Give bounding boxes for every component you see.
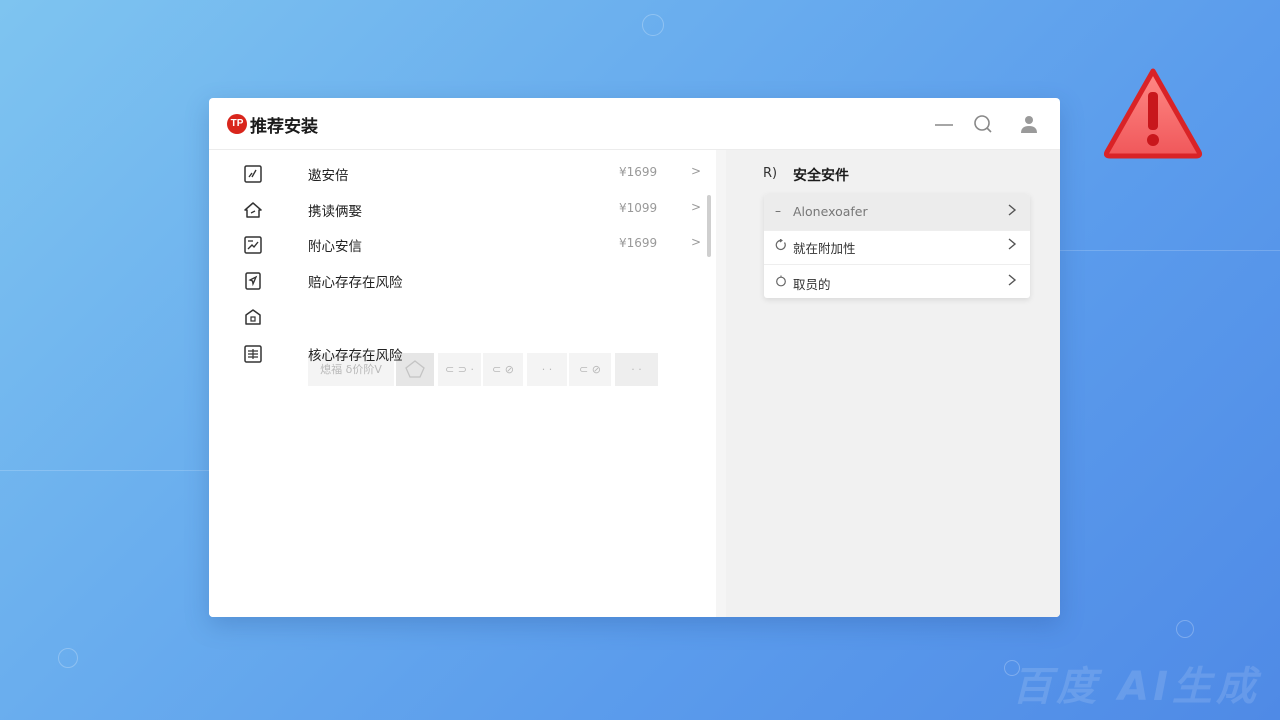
item-price: ¥1099: [619, 201, 658, 215]
list-item[interactable]: 携读俩娶 ¥1099 >: [209, 191, 709, 227]
card-item-label: Alonexoafer: [793, 204, 868, 219]
home-lock-icon: [245, 309, 261, 325]
warning-icon: [1103, 68, 1203, 159]
list-item[interactable]: 附心安信 ¥1699 >: [209, 226, 709, 262]
detail-panel: R) 安全安件 – Alonexoafer 就在附加性 取员的: [726, 150, 1060, 617]
chevron-right-icon: >: [691, 200, 702, 214]
chevron-right-icon: [1008, 238, 1017, 250]
item-price: ¥1699: [619, 236, 658, 250]
watermark: 百度 AI生成: [1012, 664, 1260, 710]
item-label: 携读俩娶: [308, 204, 362, 220]
background-circle: [58, 648, 78, 668]
user-icon[interactable]: [1017, 112, 1041, 136]
list-item[interactable]: [209, 298, 709, 334]
dash-icon: –: [775, 204, 781, 218]
item-label: 赔心存存在风险: [308, 275, 403, 291]
card-item[interactable]: 取员的: [764, 264, 1030, 298]
list-icon: [244, 345, 262, 363]
background-line: [1060, 250, 1280, 251]
panel-header-icon: R): [763, 166, 778, 181]
window-title: 推荐安装: [250, 117, 318, 137]
chevron-right-icon: >: [691, 235, 702, 249]
chevron-right-icon: >: [691, 164, 702, 178]
scrollbar-thumb[interactable]: [707, 195, 711, 257]
search-icon[interactable]: [971, 112, 995, 136]
background-line: [0, 470, 209, 471]
home-icon: [244, 202, 262, 218]
card-item-label: 取员的: [793, 277, 831, 292]
minimize-icon[interactable]: [932, 112, 956, 136]
list-item[interactable]: 赔心存存在风险: [209, 262, 709, 298]
circle-icon: [776, 275, 786, 287]
send-icon: [245, 272, 261, 290]
item-label: 附心安信: [308, 239, 362, 255]
item-label: 核心存存在风险: [308, 348, 403, 364]
background-circle: [1176, 620, 1194, 638]
refresh-icon: [775, 239, 786, 251]
item-label: 遨安倍: [308, 168, 349, 184]
item-price: ¥1699: [619, 165, 658, 179]
app-window: TP 推荐安装 遨安倍 ¥1699 > 携读俩娶 ¥1099 > 附心安信 ¥1…: [209, 98, 1060, 617]
card-item-label: 就在附加性: [793, 241, 856, 256]
pane-divider: [716, 150, 726, 617]
chevron-right-icon: [1008, 274, 1017, 286]
option-card: – Alonexoafer 就在附加性 取员的: [764, 194, 1030, 298]
list-item[interactable]: 遨安倍 ¥1699 >: [209, 155, 709, 191]
chevron-right-icon: [1008, 204, 1017, 216]
background-circle: [642, 14, 664, 36]
app-logo: TP: [227, 114, 247, 134]
recommend-list: 遨安倍 ¥1699 > 携读俩娶 ¥1099 > 附心安信 ¥1699 > 赔心…: [209, 150, 716, 617]
image-icon: [244, 236, 262, 254]
title-bar: TP 推荐安装: [209, 98, 1060, 150]
card-item[interactable]: 就在附加性: [764, 228, 1030, 265]
checkbox-edit-icon: [244, 165, 262, 183]
card-item[interactable]: – Alonexoafer: [764, 194, 1030, 231]
panel-title: 安全安件: [793, 168, 849, 184]
list-item[interactable]: 核心存存在风险: [209, 335, 709, 371]
